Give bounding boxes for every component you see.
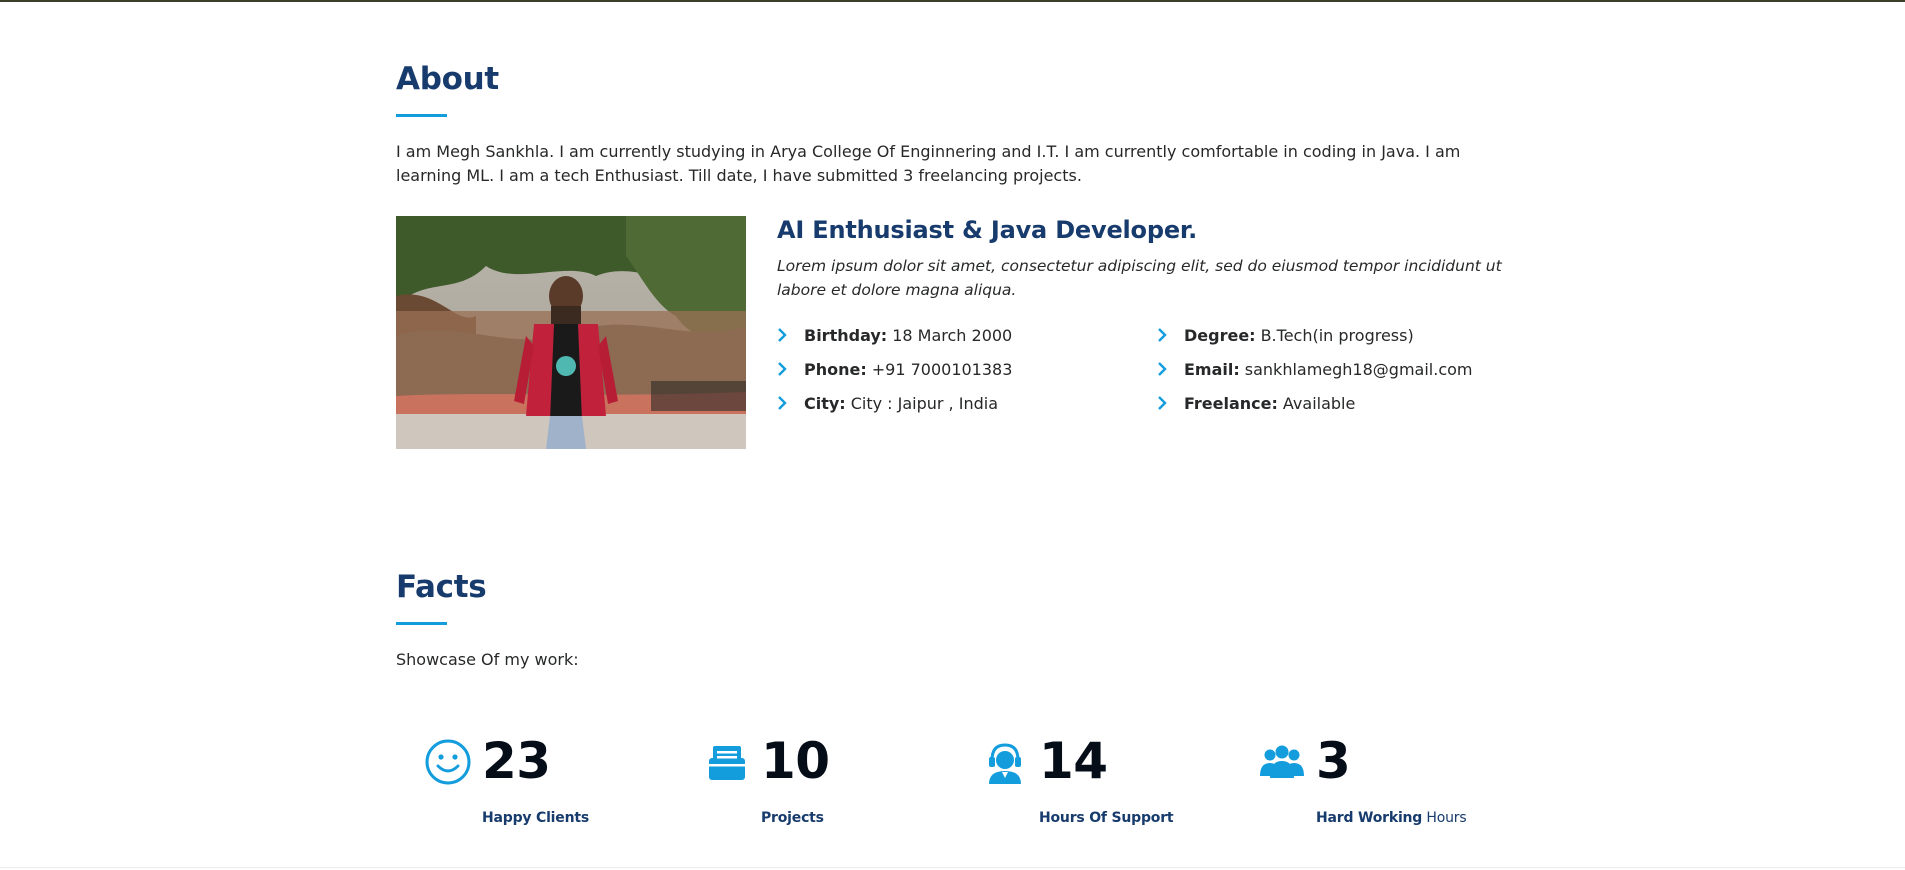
count-label-strong: Hard Working (1316, 810, 1423, 826)
about-headline: AI Enthusiast & Java Developer. (777, 216, 1198, 244)
count-label: Hours Of Support (1039, 810, 1174, 826)
chevron-right-icon (777, 362, 804, 376)
info-list-left: Birthday: 18 March 2000 Phone: +91 70001… (777, 318, 1012, 420)
count-number: 23 (482, 732, 551, 790)
about-description: I am Megh Sankhla. I am currently studyi… (396, 142, 1461, 186)
info-item-phone: Phone: +91 7000101383 (777, 352, 1012, 386)
about-content: AI Enthusiast & Java Developer. Lorem ip… (777, 216, 1508, 413)
chevron-right-icon (1157, 362, 1184, 376)
chevron-right-icon (777, 396, 804, 410)
info-value: B.Tech(in progress) (1260, 325, 1414, 345)
journal-icon (703, 738, 751, 786)
smile-icon (424, 738, 472, 786)
info-label: Phone: (804, 359, 867, 379)
about-heading: About (396, 61, 499, 97)
info-value: Available (1282, 393, 1356, 413)
info-item-email: Email: sankhlamegh18@gmail.com (1157, 352, 1472, 386)
title-underline (396, 622, 447, 626)
info-item-city: City: City : Jaipur , India (777, 386, 1012, 420)
count-label-strong: Hours Of Support (1039, 810, 1174, 826)
facts-section-title: Facts Showcase Of my work: (396, 570, 1508, 672)
info-item-freelance: Freelance: Available (1157, 386, 1472, 420)
info-label: Email: (1184, 359, 1240, 379)
chevron-right-icon (1157, 328, 1184, 342)
count-label-light: Hours (1426, 810, 1467, 826)
section-divider (0, 867, 1905, 868)
count-number: 10 (761, 732, 830, 790)
profile-photo (396, 216, 746, 449)
count-label: Projects (761, 810, 824, 826)
count-label-strong: Happy Clients (482, 810, 589, 826)
info-item-birthday: Birthday: 18 March 2000 (777, 318, 1012, 352)
header-image-edge (0, 0, 1905, 2)
facts-section: Facts Showcase Of my work: 23 Happy Clie… (396, 570, 1508, 826)
count-label-strong: Projects (761, 810, 824, 826)
info-value: sankhlamegh18@gmail.com (1244, 359, 1473, 379)
info-label: Freelance: (1184, 393, 1278, 413)
info-list-right: Degree: B.Tech(in progress) Email: sankh… (1157, 318, 1472, 420)
title-underline (396, 114, 447, 118)
about-lead: Lorem ipsum dolor sit amet, consectetur … (777, 257, 1502, 299)
count-label: Hard Working Hours (1316, 810, 1467, 826)
count-number: 3 (1316, 732, 1351, 790)
info-value: 18 March 2000 (892, 325, 1013, 345)
people-icon (1258, 738, 1306, 786)
count-number: 14 (1039, 732, 1108, 790)
facts-heading: Facts (396, 569, 487, 605)
facts-description: Showcase Of my work: (396, 650, 579, 670)
about-section: About I am Megh Sankhla. I am currently … (396, 62, 1508, 449)
count-label: Happy Clients (482, 810, 589, 826)
headset-icon (981, 738, 1029, 786)
info-value: +91 7000101383 (871, 359, 1013, 379)
chevron-right-icon (777, 328, 804, 342)
chevron-right-icon (1157, 396, 1184, 410)
info-label: City: (804, 393, 846, 413)
info-item-degree: Degree: B.Tech(in progress) (1157, 318, 1472, 352)
info-label: Degree: (1184, 325, 1256, 345)
about-section-title: About I am Megh Sankhla. I am currently … (396, 62, 1508, 188)
info-value: City : Jaipur , India (850, 393, 998, 413)
info-label: Birthday: (804, 325, 888, 345)
